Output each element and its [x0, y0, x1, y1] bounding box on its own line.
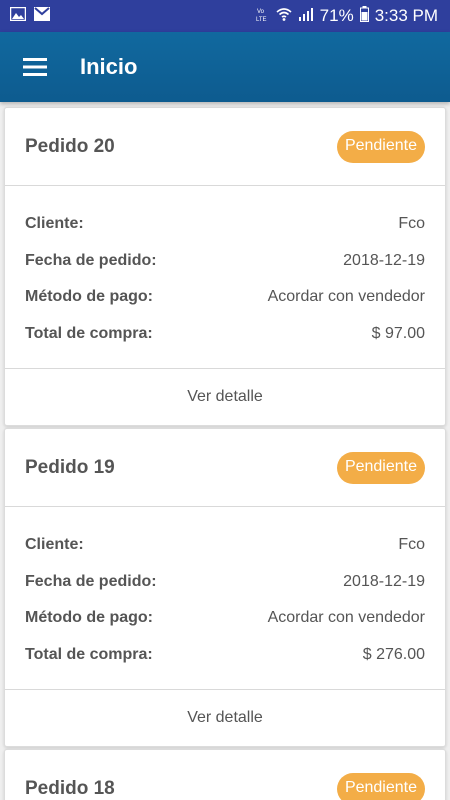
status-bar: Vo LTE 71% 3:33 PM — [0, 0, 450, 32]
order-details: Cliente: Fco Fecha de pedido: 2018-12-19… — [5, 507, 445, 690]
wifi-icon — [276, 6, 292, 27]
volte-icon: Vo LTE — [256, 6, 270, 27]
menu-button[interactable] — [0, 32, 70, 102]
view-details-button[interactable]: Ver detalle — [5, 369, 445, 425]
client-label: Cliente: — [25, 536, 84, 554]
image-icon — [9, 6, 27, 26]
payment-label: Método de pago: — [25, 609, 153, 627]
total-label: Total de compra: — [25, 324, 153, 342]
order-card: Pedido 18 Pendiente — [4, 749, 446, 800]
svg-text:Vo: Vo — [257, 9, 265, 15]
payment-value: Acordar con vendedor — [267, 288, 425, 306]
order-header: Pedido 20 Pendiente — [5, 108, 445, 186]
order-header: Pedido 19 Pendiente — [5, 429, 445, 507]
payment-value: Acordar con vendedor — [267, 609, 425, 627]
status-badge: Pendiente — [336, 130, 425, 163]
client-row: Cliente: Fco — [25, 206, 425, 243]
date-value: 2018-12-19 — [343, 572, 425, 590]
date-label: Fecha de pedido: — [25, 572, 157, 590]
status-badge: Pendiente — [336, 451, 425, 484]
client-row: Cliente: Fco — [25, 527, 425, 564]
date-row: Fecha de pedido: 2018-12-19 — [25, 243, 425, 280]
date-row: Fecha de pedido: 2018-12-19 — [25, 564, 425, 601]
date-value: 2018-12-19 — [343, 251, 425, 269]
svg-text:LTE: LTE — [256, 17, 267, 22]
status-right: Vo LTE 71% 3:33 PM — [256, 5, 438, 27]
view-details-button[interactable]: Ver detalle — [5, 690, 445, 746]
status-left — [9, 6, 50, 26]
payment-row: Método de pago: Acordar con vendedor — [25, 600, 425, 637]
hamburger-icon — [23, 58, 47, 76]
order-header: Pedido 18 Pendiente — [5, 750, 445, 800]
total-label: Total de compra: — [25, 645, 153, 663]
order-card: Pedido 19 Pendiente Cliente: Fco Fecha d… — [4, 428, 446, 747]
payment-label: Método de pago: — [25, 288, 153, 306]
page-title: Inicio — [80, 54, 138, 79]
client-value: Fco — [398, 215, 425, 233]
clock: 3:33 PM — [374, 6, 438, 25]
client-label: Cliente: — [25, 215, 84, 233]
signal-icon — [298, 6, 314, 27]
total-row: Total de compra: $ 276.00 — [25, 637, 425, 674]
total-value: $ 276.00 — [362, 645, 425, 663]
date-label: Fecha de pedido: — [25, 251, 157, 269]
order-card: Pedido 20 Pendiente Cliente: Fco Fecha d… — [4, 107, 446, 426]
battery-percent: 71% — [319, 6, 354, 25]
order-details: Cliente: Fco Fecha de pedido: 2018-12-19… — [5, 186, 445, 369]
app-bar: Inicio — [0, 32, 450, 102]
status-badge: Pendiente — [336, 772, 425, 800]
client-value: Fco — [398, 536, 425, 554]
orders-list[interactable]: Pedido 20 Pendiente Cliente: Fco Fecha d… — [0, 102, 450, 800]
gmail-icon — [34, 6, 50, 26]
payment-row: Método de pago: Acordar con vendedor — [25, 279, 425, 316]
total-row: Total de compra: $ 97.00 — [25, 316, 425, 353]
order-title: Pedido 18 — [25, 777, 115, 799]
order-title: Pedido 20 — [25, 135, 115, 157]
total-value: $ 97.00 — [371, 324, 425, 342]
order-title: Pedido 19 — [25, 456, 115, 478]
battery-icon — [359, 5, 369, 27]
